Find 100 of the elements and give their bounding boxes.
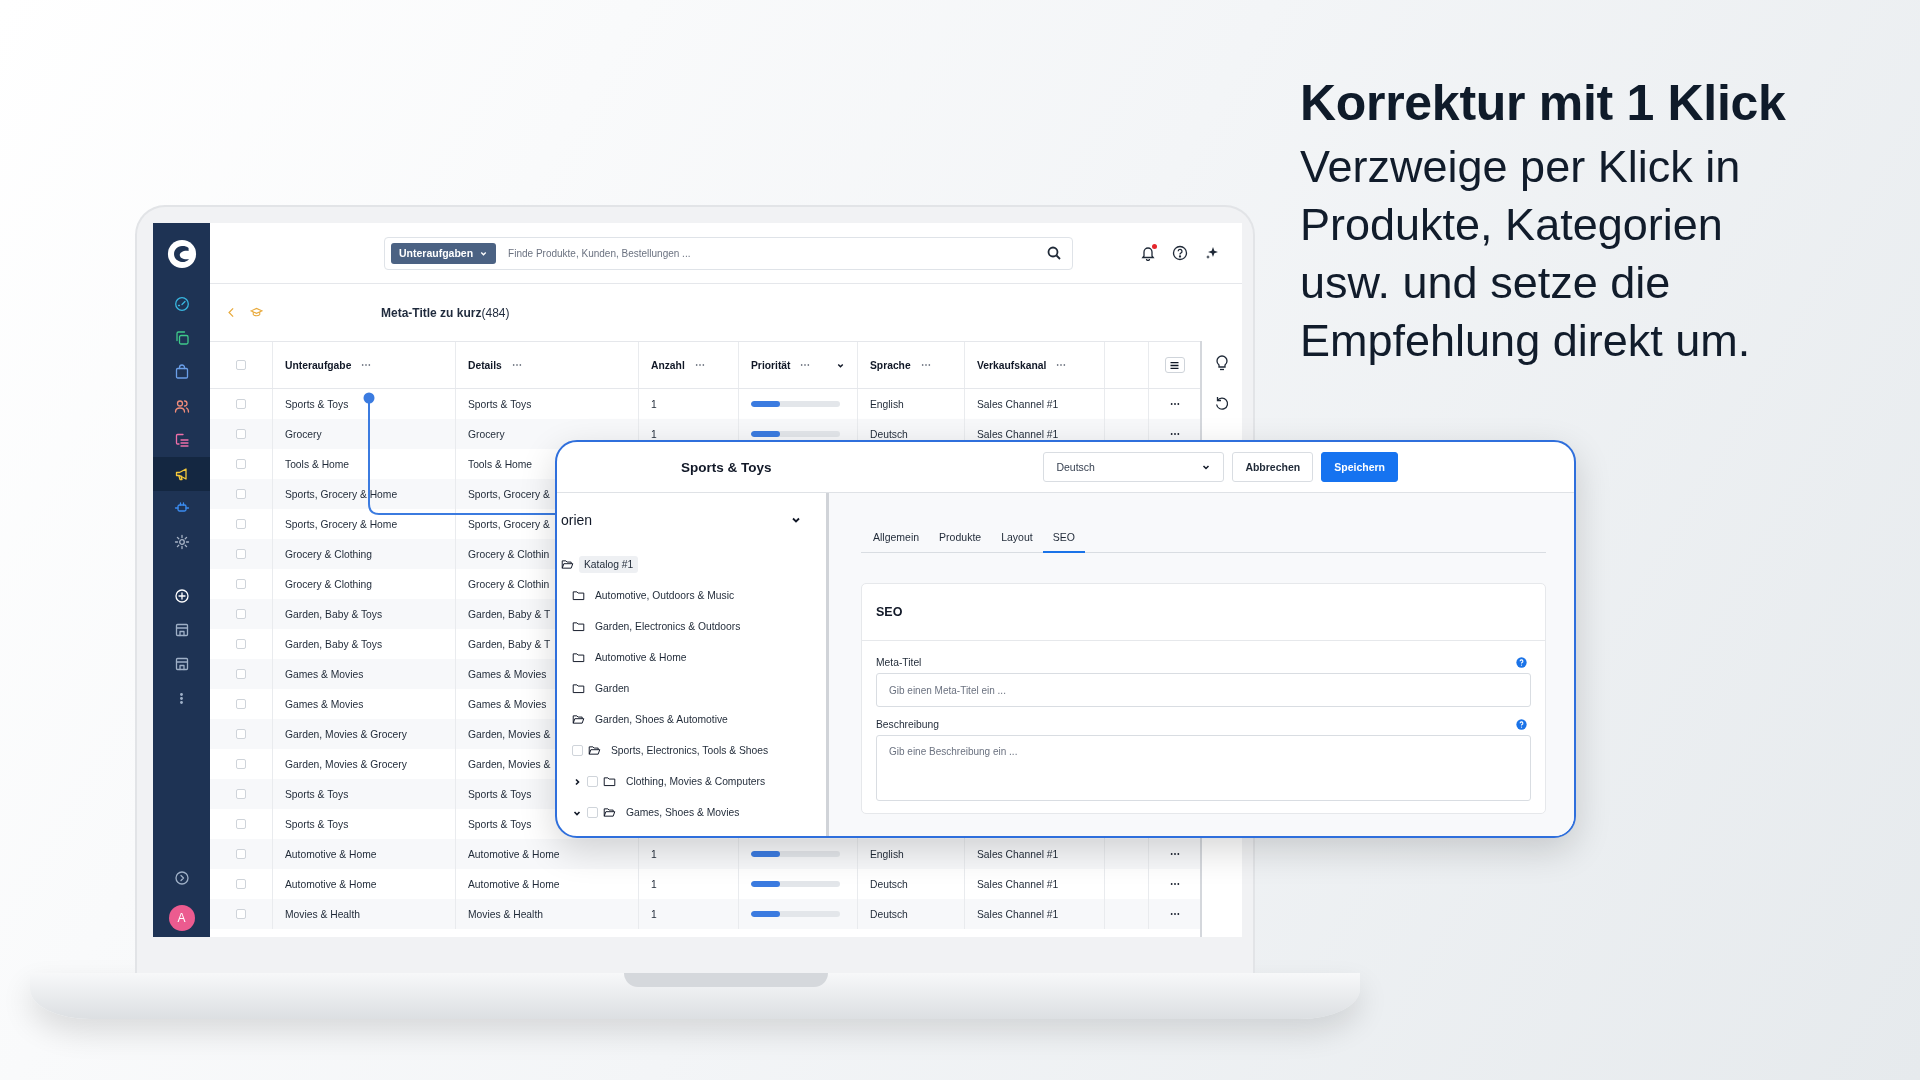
help-icon[interactable] [1172,245,1188,261]
more-icon[interactable] [920,363,931,367]
tree-item[interactable]: Garden, Shoes & Automotive [590,711,733,728]
meta-title-field[interactable]: Gib einen Meta-Titel ein ... [876,673,1531,707]
more-icon[interactable] [511,363,522,367]
column-header[interactable]: Details [468,359,502,371]
bell-icon[interactable] [1140,245,1156,261]
tree-item[interactable]: Automotive, Outdoors & Music [590,587,740,604]
tree-item[interactable]: Clothing, Movies & Computers [621,773,771,790]
users-icon [173,398,190,414]
store-icon [173,656,190,672]
row-checkbox[interactable] [236,819,246,829]
row-checkbox[interactable] [236,789,246,799]
more-icon[interactable] [361,363,372,367]
table-cell: Automotive & Home [285,848,377,860]
row-checkbox[interactable] [236,639,246,649]
tree-checkbox[interactable] [587,807,598,818]
column-header[interactable]: Verkaufskanal [977,359,1047,371]
table-cell: Deutsch [870,428,908,440]
bag-icon [173,364,190,380]
table-cell: 1 [651,848,657,860]
tab[interactable]: SEO [1042,525,1085,553]
table-cell: Sports & Toys [468,398,532,410]
table-cell: Garden, Baby & Toys [285,638,383,650]
row-checkbox[interactable] [236,399,246,409]
select-all-checkbox[interactable] [236,360,246,370]
description-field[interactable]: Gib eine Beschreibung ein ... [876,735,1531,801]
tree-item[interactable]: Sports, Electronics, Tools & Shoes [606,742,774,759]
tree-checkbox[interactable] [587,776,598,787]
table-cell: Grocery & Clothin [468,548,550,560]
logo-icon[interactable] [166,239,197,269]
store-icon [173,622,190,638]
column-header[interactable]: Unteraufgabe [285,359,352,371]
undo-icon[interactable] [1214,395,1230,411]
row-checkbox[interactable] [236,879,246,889]
table-cell: Games & Movies [285,668,364,680]
row-checkbox[interactable] [236,519,246,529]
more-icon[interactable] [694,363,705,367]
row-checkbox[interactable] [236,759,246,769]
row-checkbox[interactable] [236,699,246,709]
table-cell: Automotive & Home [285,878,377,890]
table-cell: Sales Channel #1 [977,878,1059,890]
row-checkbox[interactable] [236,549,246,559]
row-checkbox[interactable] [236,609,246,619]
table-cell: Sports, Grocery & Home [285,488,398,500]
more-icon[interactable] [800,363,811,367]
save-button[interactable]: Speichern [1321,452,1398,482]
row-checkbox[interactable] [236,849,246,859]
row-checkbox[interactable] [236,459,246,469]
row-checkbox[interactable] [236,729,246,739]
column-settings-button[interactable] [1164,357,1185,373]
language-select[interactable]: Deutsch [1043,452,1225,482]
sidebar-item[interactable] [153,457,210,491]
row-menu-icon[interactable] [1169,432,1180,436]
arrow-circle-icon [173,870,190,886]
sparkle-icon[interactable] [1204,245,1220,261]
table-cell: Games & Movies [468,698,547,710]
panel-heading: orien [561,512,593,528]
column-header[interactable]: Priorität [751,359,791,371]
tree-checkbox[interactable] [572,745,583,756]
table-cell: Automotive & Home [468,878,560,890]
table-cell: 1 [651,878,657,890]
table-cell: Sports & Toys [468,818,532,830]
tree-item[interactable]: Garden, Electronics & Outdoors [590,618,746,635]
column-header[interactable]: Anzahl [651,359,685,371]
tree-item[interactable]: Katalog #1 [579,556,639,573]
table-cell: Sales Channel #1 [977,398,1059,410]
tree-item[interactable]: Automotive & Home [590,649,692,666]
table-cell: Grocery & Clothin [468,578,550,590]
more-icon [180,692,183,704]
table-cell: Garden, Movies & Grocery [285,728,407,740]
row-checkbox[interactable] [236,669,246,679]
row-checkbox[interactable] [236,909,246,919]
tree-item[interactable]: Games, Shoes & Movies [621,804,745,821]
search-icon[interactable] [1046,245,1062,261]
table-cell: Garden, Movies & [468,728,551,740]
tab[interactable]: Produkte [929,525,992,553]
lightbulb-icon[interactable] [1214,355,1230,371]
filter-dropdown[interactable]: Unteraufgaben [391,242,497,264]
tab[interactable]: Allgemein [863,525,930,553]
table-cell: Tools & Home [468,458,533,470]
more-icon[interactable] [1056,363,1067,367]
table-cell: Garden, Movies & Grocery [285,758,407,770]
row-menu-icon[interactable] [1169,852,1180,856]
row-checkbox[interactable] [236,579,246,589]
tree-item[interactable]: Garden [590,680,635,697]
row-menu-icon[interactable] [1169,402,1180,406]
row-menu-icon[interactable] [1169,912,1180,916]
row-checkbox[interactable] [236,489,246,499]
table-cell: Sports, Grocery & [468,518,550,530]
table-cell: Movies & Health [285,908,360,920]
row-menu-icon[interactable] [1169,882,1180,886]
headline-text: Verzweige per Klick in Produkte, Kategorien usw. und setze die Empfehlung direkt um. [1300,140,1752,368]
table-cell: Sales Channel #1 [977,848,1059,860]
table-cell: Games & Movies [468,668,547,680]
tab[interactable]: Layout [991,525,1043,553]
cancel-button[interactable]: Abbrechen [1232,452,1314,482]
column-header[interactable]: Sprache [870,359,911,371]
row-checkbox[interactable] [236,429,246,439]
search-field[interactable]: Unteraufgaben Finde Produkte, Kunden, Bestellungen ... [384,236,1073,270]
